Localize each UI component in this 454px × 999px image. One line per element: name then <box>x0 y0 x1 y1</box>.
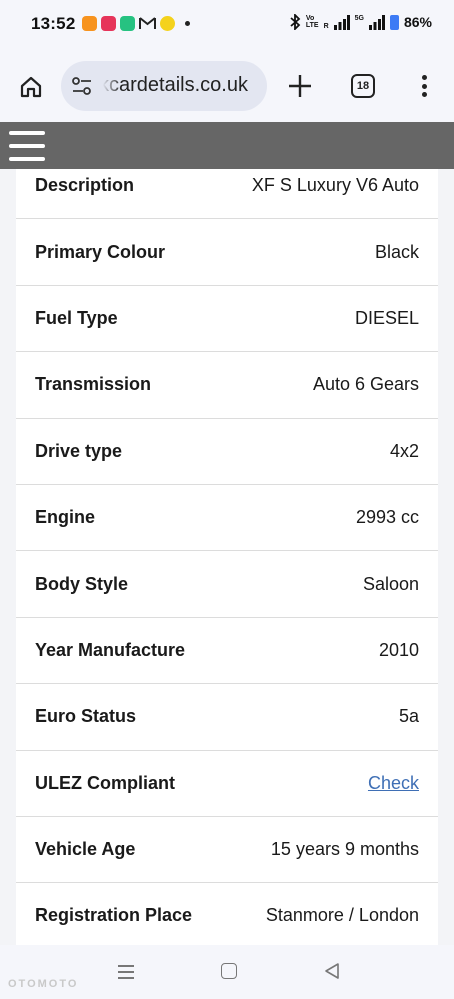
detail-label: Euro Status <box>35 706 137 727</box>
detail-row: Registration Place Stanmore / London <box>16 883 438 945</box>
system-navigation-bar: OTOMOTO <box>0 945 454 999</box>
detail-label: Fuel Type <box>35 307 118 328</box>
app-notification-icon <box>101 16 116 31</box>
signal-icon <box>333 14 350 30</box>
detail-row: Vehicle Age 15 years 9 months <box>16 817 438 884</box>
detail-label: Primary Colour <box>35 241 166 262</box>
detail-label: Registration Place <box>35 905 193 926</box>
signal-icon <box>368 14 385 30</box>
home-nav-icon[interactable] <box>221 963 237 979</box>
site-settings-icon[interactable] <box>71 76 93 96</box>
detail-label: Year Manufacture <box>35 639 186 660</box>
browser-toolbar: kcardetails.co.uk 18 <box>0 50 454 122</box>
detail-label: Transmission <box>35 374 152 395</box>
volte-icon: Vo LTE <box>305 15 319 29</box>
detail-row: Drive type 4x2 <box>16 419 438 485</box>
detail-label: Drive type <box>35 440 123 461</box>
detail-value: DIESEL <box>354 307 419 328</box>
address-bar[interactable]: kcardetails.co.uk <box>61 61 267 111</box>
recents-icon[interactable] <box>118 965 134 979</box>
detail-value: 15 years 9 months <box>270 839 419 860</box>
detail-row: Primary Colour Black <box>16 219 438 286</box>
home-icon <box>20 76 42 98</box>
detail-row: Description XF S Luxury V6 Auto <box>16 169 438 220</box>
detail-value: Stanmore / London <box>265 905 419 926</box>
home-button[interactable] <box>16 72 46 102</box>
detail-row: Euro Status 5a <box>16 684 438 751</box>
vehicle-details: Description XF S Luxury V6 Auto Primary Co… <box>0 169 454 945</box>
detail-value: Black <box>374 241 419 262</box>
detail-label: Body Style <box>35 573 129 594</box>
detail-value: Saloon <box>362 573 419 594</box>
detail-label: Description <box>35 175 135 196</box>
gmail-icon <box>139 16 156 31</box>
tab-switcher-button[interactable]: 18 <box>351 74 375 98</box>
url-text: kcardetails.co.uk <box>99 74 248 96</box>
app-notification-icon <box>120 16 135 31</box>
detail-value: 5a <box>398 706 419 727</box>
detail-row: Year Manufacture 2010 <box>16 618 438 685</box>
detail-value: XF S Luxury V6 Auto <box>251 175 419 196</box>
ulez-check-link[interactable]: Check <box>368 773 419 794</box>
detail-value: 2010 <box>378 639 419 660</box>
detail-label: Engine <box>35 507 96 528</box>
battery-icon <box>389 14 399 30</box>
detail-label: ULEZ Compliant <box>35 772 175 793</box>
notification-icons <box>82 16 190 31</box>
more-notifications-dot <box>185 21 190 26</box>
more-vert-icon[interactable] <box>414 72 434 100</box>
status-bar: 13:52 Vo LTE R 5G 86% <box>0 0 454 50</box>
detail-value: 4x2 <box>389 440 419 461</box>
watermark: OTOMOTO <box>8 978 79 990</box>
app-notification-icon <box>160 16 175 31</box>
detail-value: 2993 cc <box>355 507 419 528</box>
app-notification-icon <box>82 16 97 31</box>
plus-icon <box>289 75 311 97</box>
url-fade <box>95 61 121 111</box>
detail-value: Auto 6 Gears <box>312 374 419 395</box>
detail-row: Body Style Saloon <box>16 551 438 618</box>
back-nav-icon[interactable] <box>323 962 341 980</box>
hamburger-menu-icon[interactable] <box>9 131 45 161</box>
network-type: 5G <box>354 14 364 22</box>
system-icons: Vo LTE R 5G 86% <box>290 14 432 30</box>
detail-row: Fuel Type DIESEL <box>16 286 438 353</box>
roaming-indicator: R <box>323 22 329 30</box>
vehicle-details-card: Description XF S Luxury V6 Auto Primary Co… <box>16 169 438 945</box>
status-time: 13:52 <box>31 14 76 33</box>
detail-row: ULEZ Compliant Check <box>16 751 438 817</box>
new-tab-button[interactable] <box>286 72 314 100</box>
detail-row: Engine 2993 cc <box>16 485 438 552</box>
site-header <box>0 122 454 169</box>
bluetooth-icon <box>290 14 301 30</box>
detail-label: Vehicle Age <box>35 839 136 860</box>
detail-row: Transmission Auto 6 Gears <box>16 352 438 419</box>
battery-level: 86% <box>403 14 432 30</box>
